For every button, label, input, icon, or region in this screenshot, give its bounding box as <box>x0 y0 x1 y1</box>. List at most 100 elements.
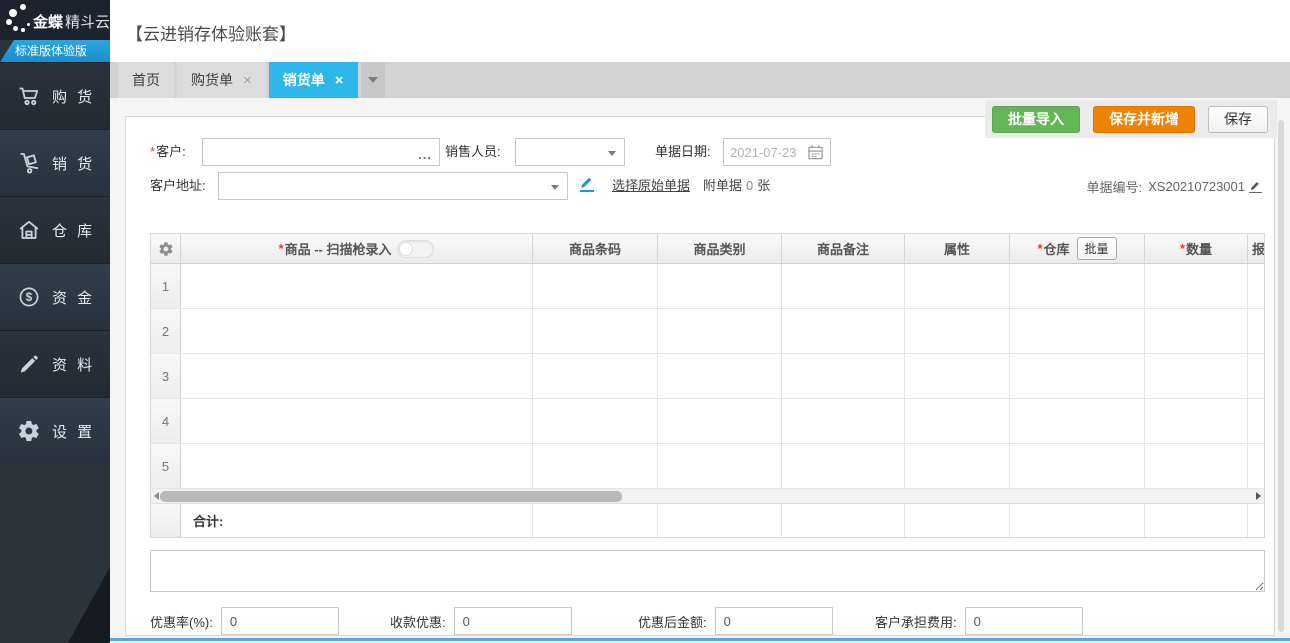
chevron-down-icon <box>608 151 616 156</box>
table-cell-remark[interactable] <box>782 354 905 398</box>
scrollbar-thumb[interactable] <box>160 491 622 502</box>
sidebar-item-data[interactable]: 资 料 <box>0 330 110 397</box>
column-header-barcode: 商品条码 <box>533 234 658 263</box>
batch-warehouse-button[interactable]: 批量 <box>1077 237 1117 260</box>
table-cell-remark[interactable] <box>782 264 905 308</box>
table-cell-attribute[interactable] <box>905 399 1010 443</box>
vertical-scrollbar[interactable] <box>1278 120 1284 632</box>
tab-list-dropdown[interactable] <box>361 62 385 98</box>
table-cell-warehouse[interactable] <box>1010 354 1145 398</box>
total-cell <box>782 504 905 537</box>
ellipsis-icon[interactable]: ... <box>418 147 432 162</box>
table-cell-quote[interactable] <box>1248 264 1265 308</box>
table-cell-product[interactable] <box>181 444 533 488</box>
sidebar-item-purchase[interactable]: 购 货 <box>0 62 110 129</box>
column-header-warehouse[interactable]: *仓库批量 <box>1010 234 1145 263</box>
required-mark: * <box>279 241 284 256</box>
receipt-discount-field: 收款优惠: <box>390 607 572 635</box>
table-cell-remark[interactable] <box>782 399 905 443</box>
amount-after-discount-input[interactable] <box>715 607 833 635</box>
table-cell-warehouse[interactable] <box>1010 309 1145 353</box>
select-original-link[interactable]: 选择原始单据 <box>612 172 690 200</box>
close-icon[interactable]: × <box>243 72 252 89</box>
table-cell-attribute[interactable] <box>905 444 1010 488</box>
table-cell-product[interactable] <box>181 309 533 353</box>
column-header-remark: 商品备注 <box>782 234 905 263</box>
column-header-product[interactable]: *商品 -- 扫描枪录入 <box>181 234 533 263</box>
table-cell-attribute[interactable] <box>905 264 1010 308</box>
table-cell-quote[interactable] <box>1248 354 1265 398</box>
table-cell-category[interactable] <box>658 354 782 398</box>
table-cell-attribute[interactable] <box>905 309 1010 353</box>
total-cell <box>1248 504 1265 537</box>
row-number: 3 <box>151 354 181 398</box>
receipt-discount-input[interactable] <box>454 607 572 635</box>
table-cell-category[interactable] <box>658 309 782 353</box>
bill-no-edit-icon[interactable] <box>1249 179 1262 193</box>
customer-borne-fee-input[interactable] <box>965 607 1083 635</box>
gear-icon[interactable] <box>158 241 174 257</box>
logo-text-bold: 金蝶 <box>33 14 63 31</box>
column-header-settings[interactable] <box>151 234 181 263</box>
attachment-count: 0 <box>746 178 753 193</box>
warehouse-icon <box>17 218 41 242</box>
calendar-icon[interactable] <box>807 144 824 161</box>
table-cell-quantity[interactable] <box>1145 264 1248 308</box>
tab-purchase-order[interactable]: 购货单× <box>177 62 266 98</box>
table-cell-quantity[interactable] <box>1145 354 1248 398</box>
sidebar-item-label: 资 料 <box>52 354 95 375</box>
table-cell-remark[interactable] <box>782 444 905 488</box>
table-cell-quantity[interactable] <box>1145 444 1248 488</box>
scan-toggle[interactable] <box>397 240 434 258</box>
save-button[interactable]: 保存 <box>1208 106 1268 133</box>
table-cell-category[interactable] <box>658 264 782 308</box>
tab-sales-order[interactable]: 销货单× <box>269 62 358 98</box>
table-cell-barcode[interactable] <box>533 264 658 308</box>
table-cell-category[interactable] <box>658 399 782 443</box>
table-cell-warehouse[interactable] <box>1010 444 1145 488</box>
total-row: 合计: <box>151 504 1265 538</box>
table-cell-barcode[interactable] <box>533 354 658 398</box>
scroll-left-icon[interactable] <box>154 492 159 500</box>
batch-import-button[interactable]: 批量导入 <box>992 106 1080 133</box>
bill-date-input[interactable]: 2021-07-23 <box>723 138 831 166</box>
close-icon[interactable]: × <box>335 72 344 89</box>
table-cell-quantity[interactable] <box>1145 399 1248 443</box>
scroll-right-icon[interactable] <box>1256 492 1261 500</box>
bill-no: 单据编号: XS20210723001 <box>1087 172 1263 200</box>
table-cell-barcode[interactable] <box>533 444 658 488</box>
horizontal-scrollbar[interactable] <box>151 489 1265 504</box>
table-cell-remark[interactable] <box>782 309 905 353</box>
table-cell-quote[interactable] <box>1248 444 1265 488</box>
table-cell-quantity[interactable] <box>1145 309 1248 353</box>
table-cell-warehouse[interactable] <box>1010 264 1145 308</box>
table-cell-product[interactable] <box>181 354 533 398</box>
customer-address-select[interactable] <box>218 172 568 200</box>
attachment-info: 附单据0张 <box>703 172 770 200</box>
remark-textarea[interactable] <box>150 550 1265 592</box>
table-cell-quote[interactable] <box>1248 309 1265 353</box>
table-cell-category[interactable] <box>658 444 782 488</box>
salesperson-select[interactable] <box>515 138 625 166</box>
table-cell-quote[interactable] <box>1248 399 1265 443</box>
save-and-new-button[interactable]: 保存并新增 <box>1093 106 1195 133</box>
sidebar-item-settings[interactable]: 设 置 <box>0 397 110 464</box>
address-edit-pencil-icon[interactable] <box>580 175 594 192</box>
table-cell-barcode[interactable] <box>533 309 658 353</box>
table-cell-barcode[interactable] <box>533 399 658 443</box>
tab-home[interactable]: 首页 <box>118 62 174 98</box>
sidebar-item-funds[interactable]: $资 金 <box>0 263 110 330</box>
table-cell-product[interactable] <box>181 399 533 443</box>
table-cell-product[interactable] <box>181 264 533 308</box>
sidebar-item-sales[interactable]: 销 货 <box>0 129 110 196</box>
table-cell-attribute[interactable] <box>905 354 1010 398</box>
customer-input[interactable]: ... <box>202 138 440 166</box>
trolley-icon <box>17 151 41 175</box>
customer-label: *客户: <box>150 138 186 166</box>
sidebar-item-warehouse[interactable]: 仓 库 <box>0 196 110 263</box>
svg-text:$: $ <box>26 292 33 304</box>
topbar: 【云进销存体验账套】 <box>110 0 1290 62</box>
footer-fields: 优惠率(%):收款优惠:优惠后金额:客户承担费用: <box>150 607 1265 637</box>
discount-rate-input[interactable] <box>221 607 339 635</box>
table-cell-warehouse[interactable] <box>1010 399 1145 443</box>
